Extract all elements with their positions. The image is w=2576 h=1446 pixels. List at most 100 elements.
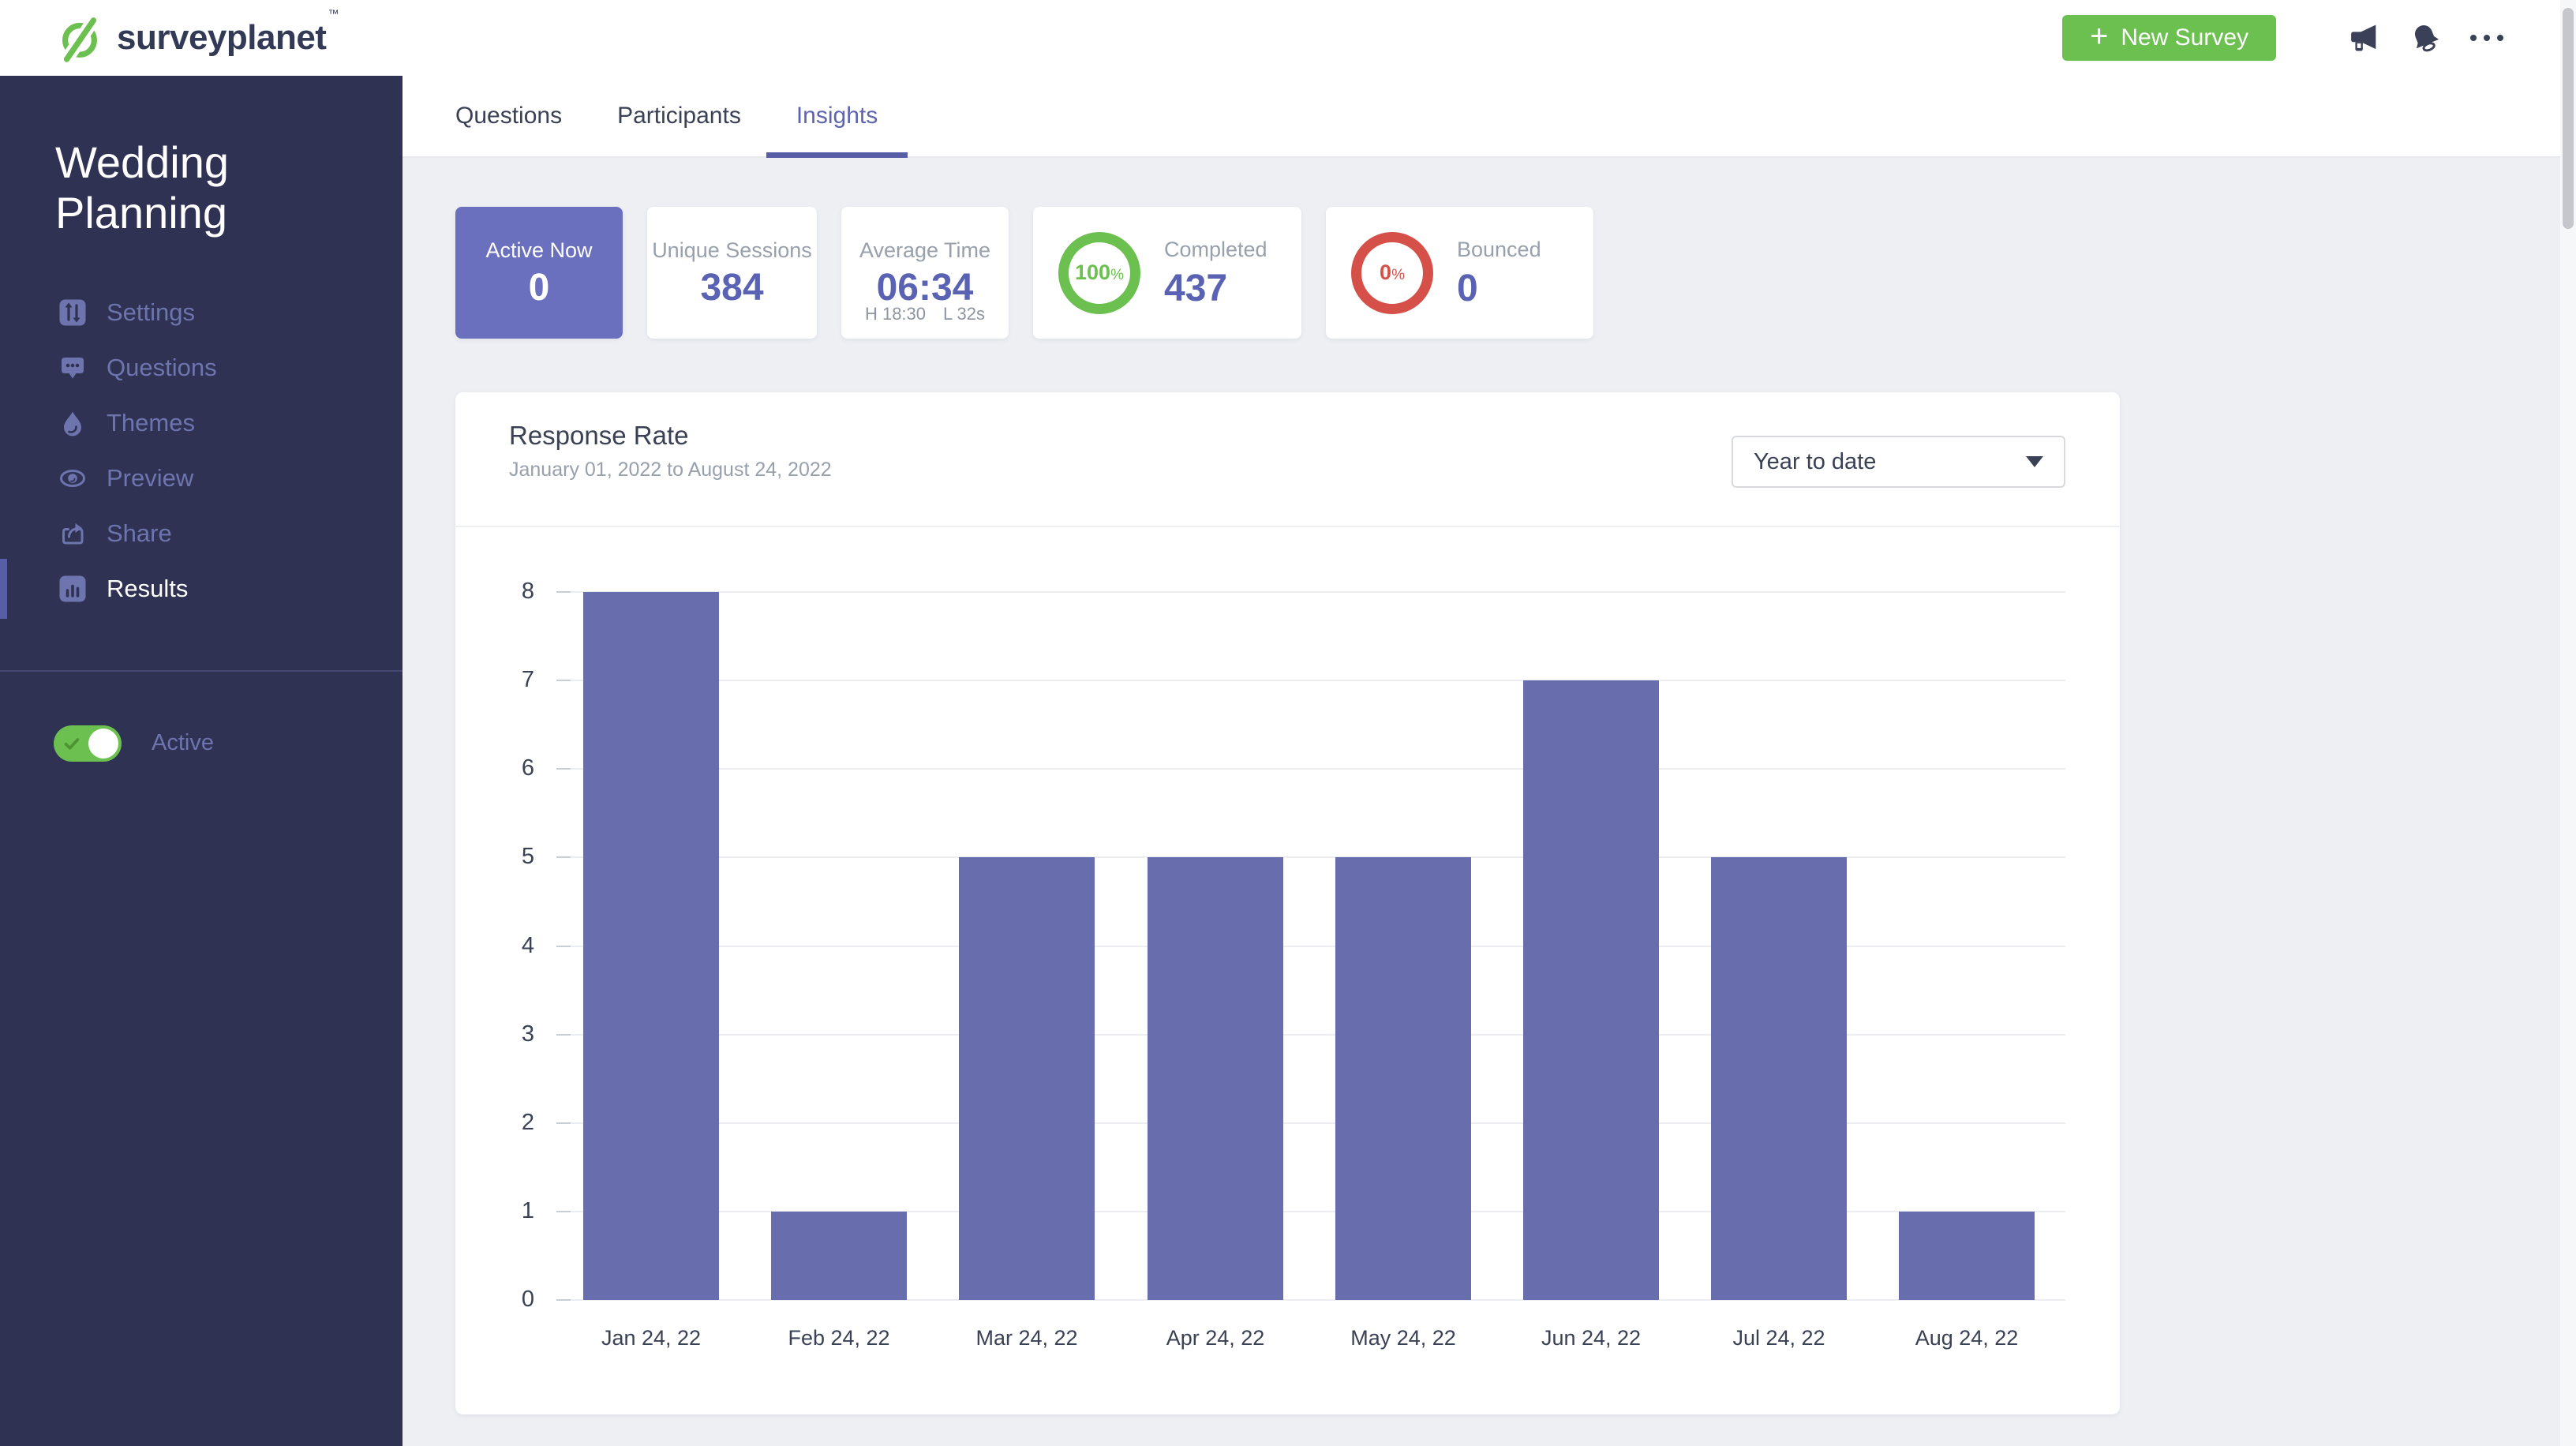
bar-chart-icon: [59, 575, 86, 602]
y-axis-label-5: 5: [455, 844, 534, 870]
sidebar-item-label: Results: [107, 575, 188, 603]
stat-card-completed[interactable]: 100% Completed 437: [1033, 207, 1301, 339]
y-axis-label-0: 0: [455, 1287, 534, 1313]
more-menu-ellipsis-icon[interactable]: [2469, 20, 2505, 56]
stat-card-bounced[interactable]: 0% Bounced 0: [1326, 207, 1593, 339]
stat-card-active-now[interactable]: Active Now0: [455, 207, 623, 339]
caret-down-icon: [2026, 456, 2043, 467]
scrollbar-thumb[interactable]: [2563, 8, 2574, 229]
bar-jul-24-22: [1711, 857, 1847, 1300]
y-axis-label-2: 2: [455, 1110, 534, 1136]
tab-insights[interactable]: Insights: [796, 76, 878, 156]
y-axis-label-4: 4: [455, 933, 534, 959]
completed-text: Completed 437: [1164, 238, 1267, 308]
completed-ring: 100%: [1058, 232, 1140, 314]
sidebar-item-themes[interactable]: Themes: [0, 395, 402, 451]
sidebar-item-label: Questions: [107, 354, 217, 382]
stat-card-average-time[interactable]: Average Time06:34H 18:30L 32s: [841, 207, 1009, 339]
eye-icon: [59, 465, 86, 492]
tab-label: Participants: [617, 103, 741, 129]
toggle-label: Active: [152, 730, 214, 756]
stats-row: Active Now0Unique Sessions384Average Tim…: [455, 207, 2576, 339]
bar-may-24-22: [1335, 857, 1471, 1300]
sidebar-item-results[interactable]: Results: [0, 561, 402, 616]
sidebar-item-preview[interactable]: Preview: [0, 451, 402, 506]
tab-participants[interactable]: Participants: [617, 76, 741, 156]
content-area: Active Now0Unique Sessions384Average Tim…: [402, 158, 2576, 1446]
axis-tick-y7: [556, 680, 571, 681]
active-toggle-row: Active: [0, 725, 402, 762]
sidebar-item-label: Settings: [107, 298, 195, 327]
sidebar-item-settings[interactable]: Settings: [0, 285, 402, 340]
stat-label: Bounced: [1457, 238, 1541, 262]
stat-value: 437: [1164, 270, 1227, 308]
y-axis-label-8: 8: [455, 579, 534, 605]
x-axis-label-1: Jan 24, 22: [556, 1326, 746, 1350]
stat-label: Unique Sessions: [652, 238, 812, 263]
stat-label: Average Time: [859, 238, 990, 263]
sidebar-divider: [0, 670, 402, 672]
axis-tick-y5: [556, 856, 571, 858]
x-axis-label-4: Apr 24, 22: [1121, 1326, 1310, 1350]
active-toggle[interactable]: [54, 725, 122, 762]
sidebar: Wedding Planning Settings Questions Themes…: [0, 76, 402, 1446]
bounced-text: Bounced 0: [1457, 238, 1541, 308]
date-range-select[interactable]: Year to date: [1732, 436, 2065, 488]
stat-value: 0: [529, 269, 550, 307]
announcements-megaphone-icon[interactable]: [2346, 20, 2382, 56]
notifications-bell-icon[interactable]: [2407, 20, 2443, 56]
x-axis-label-3: Mar 24, 22: [932, 1326, 1121, 1350]
bar-apr-24-22: [1148, 857, 1283, 1300]
stat-label: Completed: [1164, 238, 1267, 262]
y-axis-label-3: 3: [455, 1021, 534, 1047]
survey-title: Wedding Planning: [55, 137, 402, 239]
bar-aug-24-22: [1899, 1212, 2035, 1300]
bar-jan-24-22: [583, 592, 719, 1300]
new-survey-button[interactable]: + New Survey: [2062, 15, 2276, 61]
axis-tick-y4: [556, 946, 571, 947]
axis-tick-y1: [556, 1211, 571, 1212]
x-axis-label-6: Jun 24, 22: [1496, 1326, 1686, 1350]
x-axis-label-8: Aug 24, 22: [1872, 1326, 2061, 1350]
brand-wordmark: surveyplanet™: [117, 18, 337, 58]
tab-questions[interactable]: Questions: [455, 76, 562, 156]
x-axis-label-7: Jul 24, 22: [1684, 1326, 1874, 1350]
body-row: Wedding Planning Settings Questions Themes…: [0, 76, 2576, 1446]
y-axis-label-7: 7: [455, 667, 534, 693]
stat-value: 0: [1457, 270, 1478, 308]
y-axis-label-1: 1: [455, 1198, 534, 1224]
surveyplanet-logo-icon: [57, 12, 103, 64]
tab-bar: Questions Participants Insights: [402, 76, 2576, 158]
brand-logo[interactable]: surveyplanet™: [57, 12, 337, 64]
top-header: surveyplanet™ + New Survey: [0, 0, 2576, 76]
drop-icon: [59, 410, 86, 436]
trademark-mark: ™: [328, 7, 339, 20]
x-axis-label-2: Feb 24, 22: [744, 1326, 934, 1350]
y-axis-label-6: 6: [455, 755, 534, 781]
bounced-ring: 0%: [1351, 232, 1433, 314]
header-actions: + New Survey: [2062, 15, 2505, 61]
date-range-value: Year to date: [1754, 449, 1876, 475]
sidebar-nav: Settings Questions ThemesPreview Share Resul…: [0, 285, 402, 616]
sliders-icon: [59, 299, 86, 326]
sidebar-item-share[interactable]: Share: [0, 506, 402, 561]
share-icon: [59, 520, 86, 547]
main-area: Questions Participants Insights Active Now…: [402, 76, 2576, 1446]
axis-tick-y2: [556, 1122, 571, 1124]
gridline-y6: [556, 768, 2065, 770]
toggle-knob: [88, 729, 118, 759]
sidebar-item-label: Share: [107, 519, 172, 548]
x-axis-label-5: May 24, 22: [1309, 1326, 1498, 1350]
speech-bubble-icon: [59, 354, 86, 381]
axis-tick-y0: [556, 1299, 571, 1301]
bar-feb-24-22: [771, 1212, 907, 1300]
app-root: surveyplanet™ + New Survey: [0, 0, 2576, 1446]
scrollbar-track[interactable]: [2560, 0, 2576, 1446]
axis-tick-y8: [556, 591, 571, 593]
sidebar-item-questions[interactable]: Questions: [0, 340, 402, 395]
tab-label: Questions: [455, 103, 562, 129]
response-rate-panel: Response Rate January 01, 2022 to August…: [455, 392, 2120, 1414]
stat-card-unique-sessions[interactable]: Unique Sessions384: [647, 207, 817, 339]
bar-mar-24-22: [959, 857, 1095, 1300]
gridline-y8: [556, 591, 2065, 593]
